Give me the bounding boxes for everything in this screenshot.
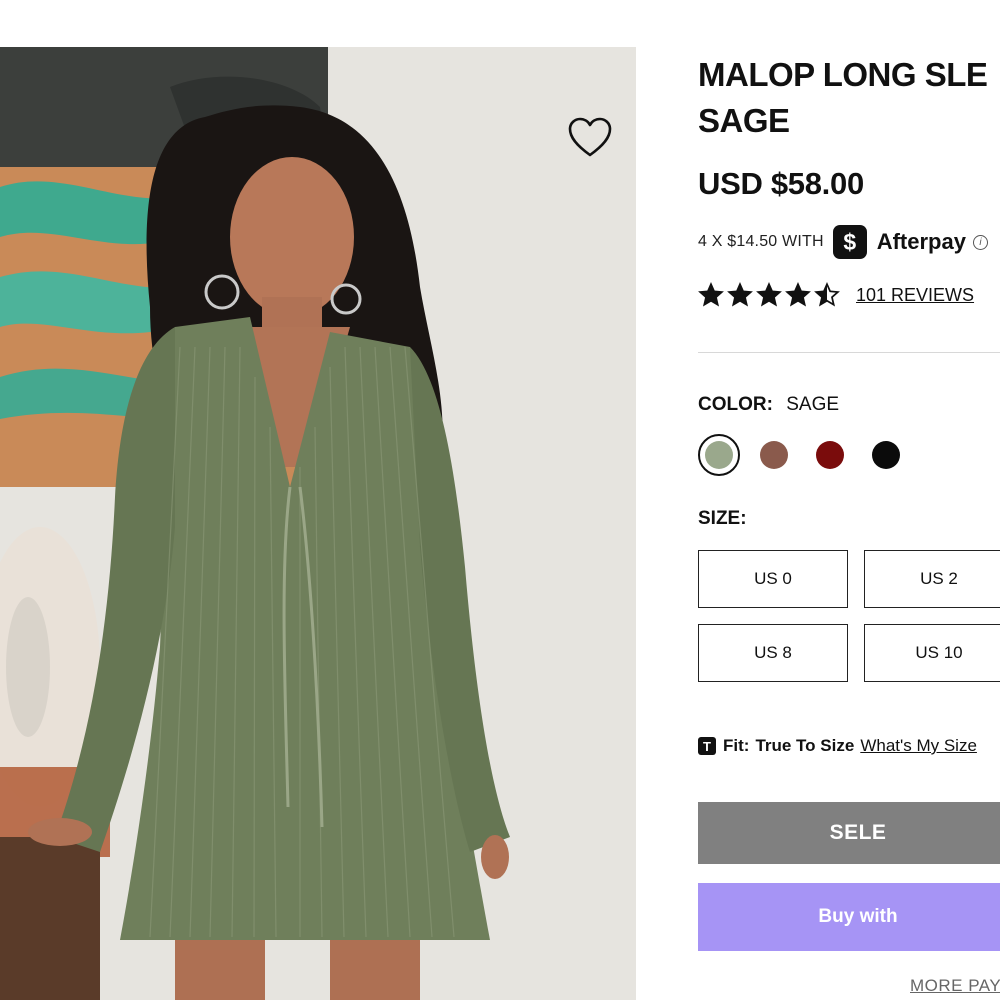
color-swatch-sage[interactable]: [698, 434, 740, 476]
product-price: USD $58.00: [698, 166, 864, 201]
whats-my-size-link[interactable]: What's My Size: [860, 736, 977, 756]
star-rating: [698, 282, 840, 308]
color-label-title: COLOR:: [698, 394, 773, 415]
star-full-icon: [727, 282, 753, 307]
color-swatch-brown[interactable]: [754, 435, 794, 475]
rating-row: 101 REVIEWS: [698, 282, 974, 308]
product-title-line-2: SAGE: [698, 102, 790, 139]
color-swatch-burgundy[interactable]: [810, 435, 850, 475]
product-image: [0, 47, 636, 1000]
product-info: MALOP LONG SLE SAGE USD $58.00 4 X $14.5…: [698, 0, 1000, 1000]
product-title: MALOP LONG SLE SAGE: [698, 52, 1000, 144]
star-full-icon: [756, 282, 782, 307]
reviews-link[interactable]: 101 REVIEWS: [856, 285, 974, 306]
swatch-dot: [760, 441, 788, 469]
size-label: SIZE:: [698, 508, 747, 529]
color-label: COLOR: SAGE: [698, 394, 839, 416]
fit-row: T Fit: True To Size What's My Size: [698, 736, 977, 756]
afterpay-brand: Afterpay: [876, 229, 966, 254]
info-icon[interactable]: i: [972, 234, 988, 250]
product-title-line-1: MALOP LONG SLE: [698, 56, 988, 93]
select-size-button[interactable]: SELE: [698, 802, 1000, 864]
fit-label: Fit:: [723, 736, 750, 755]
buy-with-button[interactable]: Buy with: [698, 883, 1000, 951]
afterpay-row: 4 X $14.50 WITH $ Afterpay i: [698, 224, 988, 260]
fit-value: True To Size: [755, 736, 855, 755]
more-payment-options-link[interactable]: MORE PAY: [910, 976, 1000, 996]
fit-icon: T: [698, 737, 716, 755]
color-swatch-black[interactable]: [866, 435, 906, 475]
afterpay-installments: 4 X $14.50 WITH: [698, 233, 824, 250]
selected-color-name: SAGE: [786, 394, 840, 415]
size-option-us-2[interactable]: US 2: [864, 550, 1000, 608]
swatch-dot: [872, 441, 900, 469]
divider: [698, 352, 1000, 353]
star-half-icon: [814, 282, 840, 307]
afterpay-logo-icon: $: [832, 225, 867, 259]
swatch-dot: [816, 441, 844, 469]
star-full-icon: [785, 282, 811, 307]
color-swatches: [698, 434, 922, 476]
heart-icon[interactable]: [566, 115, 614, 161]
star-full-icon: [698, 282, 724, 307]
size-option-us-8[interactable]: US 8: [698, 624, 848, 682]
size-option-us-10[interactable]: US 10: [864, 624, 1000, 682]
size-option-us-0[interactable]: US 0: [698, 550, 848, 608]
swatch-dot: [705, 441, 733, 469]
